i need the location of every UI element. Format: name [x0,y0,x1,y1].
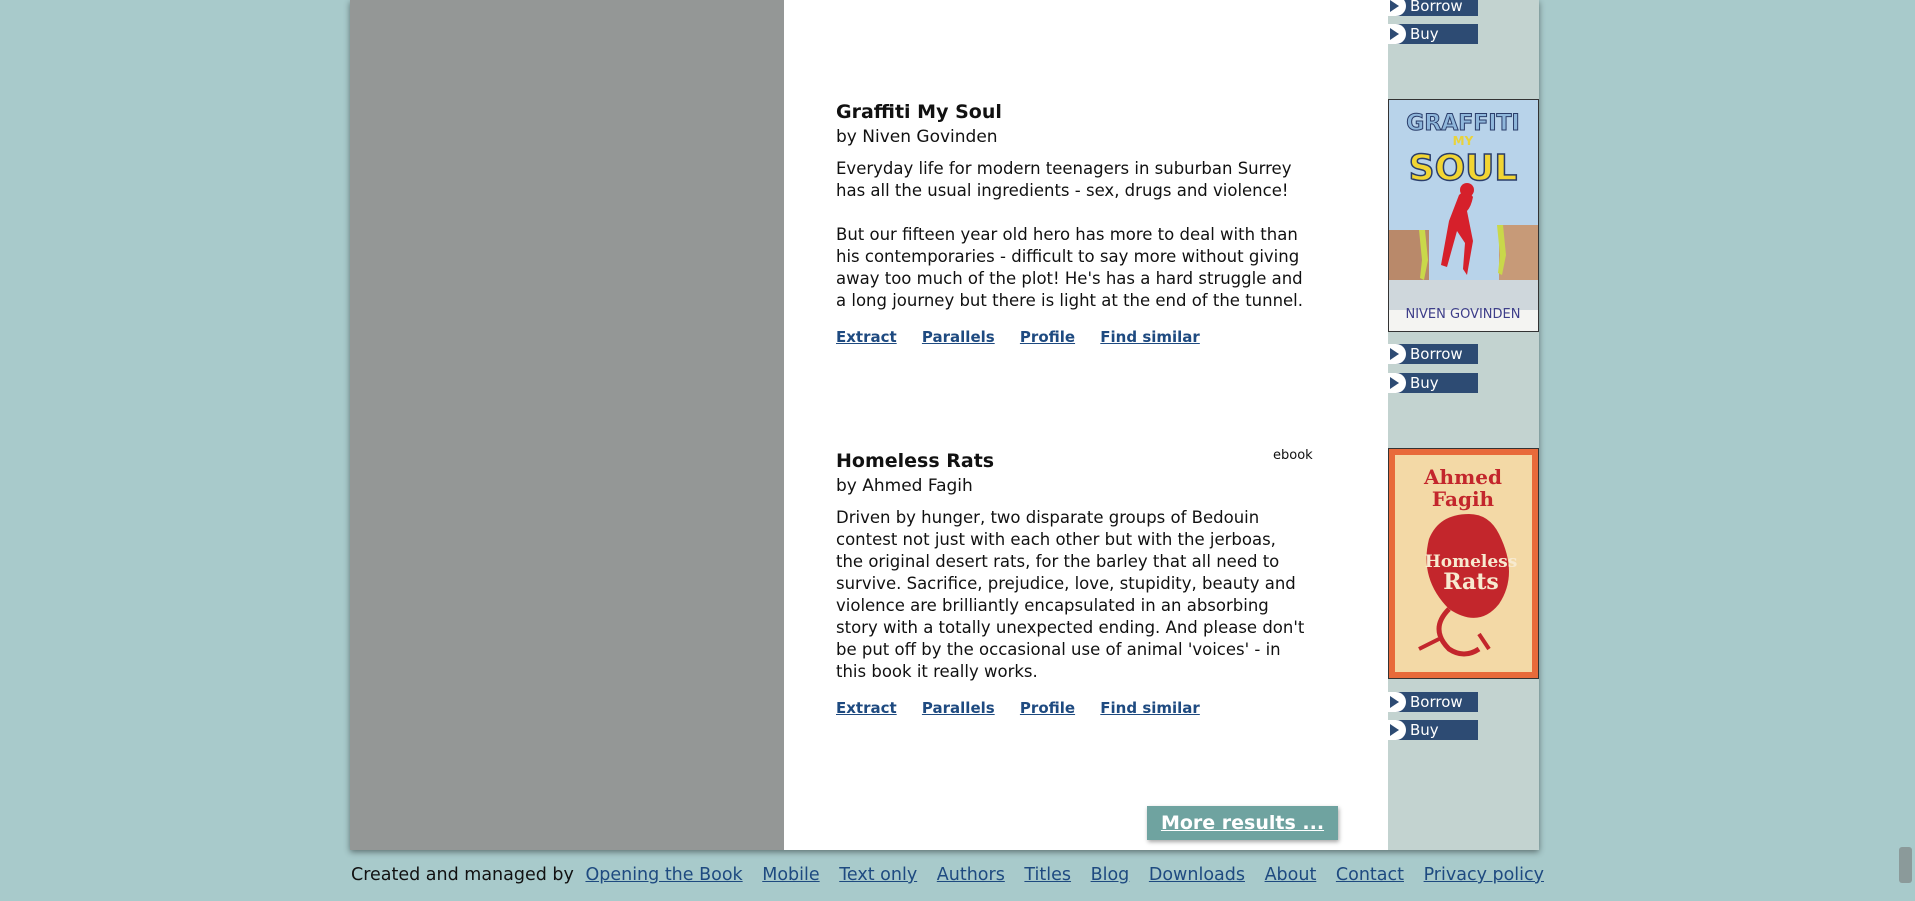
description-paragraph: Driven by hunger, two disparate groups o… [836,508,1305,681]
footer-link-contact[interactable]: Contact [1336,865,1404,885]
footer-link-mobile[interactable]: Mobile [762,865,819,885]
footer-link-blog[interactable]: Blog [1091,865,1130,885]
parallels-link[interactable]: Parallels [922,328,995,346]
book-links: Extract Parallels Profile Find similar [836,699,1306,717]
book-description: Everyday life for modern teenagers in su… [836,158,1306,312]
buy-button[interactable]: Buy [1386,373,1478,393]
svg-text:NIVEN GOVINDEN: NIVEN GOVINDEN [1405,307,1520,322]
borrow-button[interactable]: Borrow [1386,344,1478,364]
profile-link[interactable]: Profile [1020,699,1075,717]
more-results-button[interactable]: More results ... [1147,806,1338,840]
play-arrow-icon [1386,720,1406,740]
cover-art: GRAFFITI MY SOUL NIVEN GOVINDEN [1389,100,1538,331]
play-arrow-icon [1386,692,1406,712]
borrow-button[interactable]: Borrow [1386,692,1478,712]
play-arrow-icon [1386,344,1406,364]
book-description: Driven by hunger, two disparate groups o… [836,507,1306,683]
book-cover-homeless-rats[interactable]: Ahmed Fagih Homeless Rats [1388,448,1539,679]
vertical-scrollbar[interactable] [1895,0,1915,901]
svg-text:SOUL: SOUL [1409,148,1518,189]
description-paragraph: Everyday life for modern teenagers in su… [836,159,1292,200]
footer-credit: Created and managed by [350,865,574,885]
play-arrow-icon [1386,373,1406,393]
extract-link[interactable]: Extract [836,328,897,346]
footer-link-downloads[interactable]: Downloads [1149,865,1245,885]
profile-link[interactable]: Profile [1020,328,1075,346]
play-arrow-icon [1386,24,1406,44]
book-title: Graffiti My Soul [836,101,1002,123]
book-title: Homeless Rats [836,450,995,472]
left-sidebar [350,0,784,850]
svg-text:MY: MY [1453,134,1474,148]
play-arrow-icon [1386,0,1406,16]
footer-link-privacy-policy[interactable]: Privacy policy [1424,865,1544,885]
footer-link-authors[interactable]: Authors [937,865,1005,885]
book-result: Homeless Rats by Ahmed Fagih Driven by h… [836,449,1306,717]
extract-link[interactable]: Extract [836,699,897,717]
book-author: by Niven Govinden [836,127,998,147]
find-similar-link[interactable]: Find similar [1100,699,1200,717]
buy-button[interactable]: Buy [1386,24,1478,44]
footer-link-about[interactable]: About [1265,865,1317,885]
footer-link-titles[interactable]: Titles [1024,865,1071,885]
buy-button[interactable]: Buy [1386,720,1478,740]
svg-text:GRAFFITI: GRAFFITI [1406,111,1519,136]
book-result: Graffiti My Soul by Niven Govinden Every… [836,100,1306,346]
book-cover-graffiti-my-soul[interactable]: GRAFFITI MY SOUL NIVEN GOVINDEN [1388,99,1539,332]
book-links: Extract Parallels Profile Find similar [836,328,1306,346]
book-author: by Ahmed Fagih [836,476,973,496]
find-similar-link[interactable]: Find similar [1100,328,1200,346]
footer: Created and managed by Opening the Book … [0,865,1895,885]
description-paragraph: But our fifteen year old hero has more t… [836,225,1304,310]
svg-text:Ahmed: Ahmed [1423,465,1502,489]
footer-link-opening-the-book[interactable]: Opening the Book [585,865,742,885]
scrollbar-thumb[interactable] [1899,847,1912,883]
svg-text:Fagih: Fagih [1432,487,1495,511]
cover-art: Ahmed Fagih Homeless Rats [1389,449,1538,678]
borrow-button[interactable]: Borrow [1386,0,1478,16]
footer-link-text-only[interactable]: Text only [839,865,917,885]
parallels-link[interactable]: Parallels [922,699,995,717]
svg-text:Rats: Rats [1443,569,1499,595]
